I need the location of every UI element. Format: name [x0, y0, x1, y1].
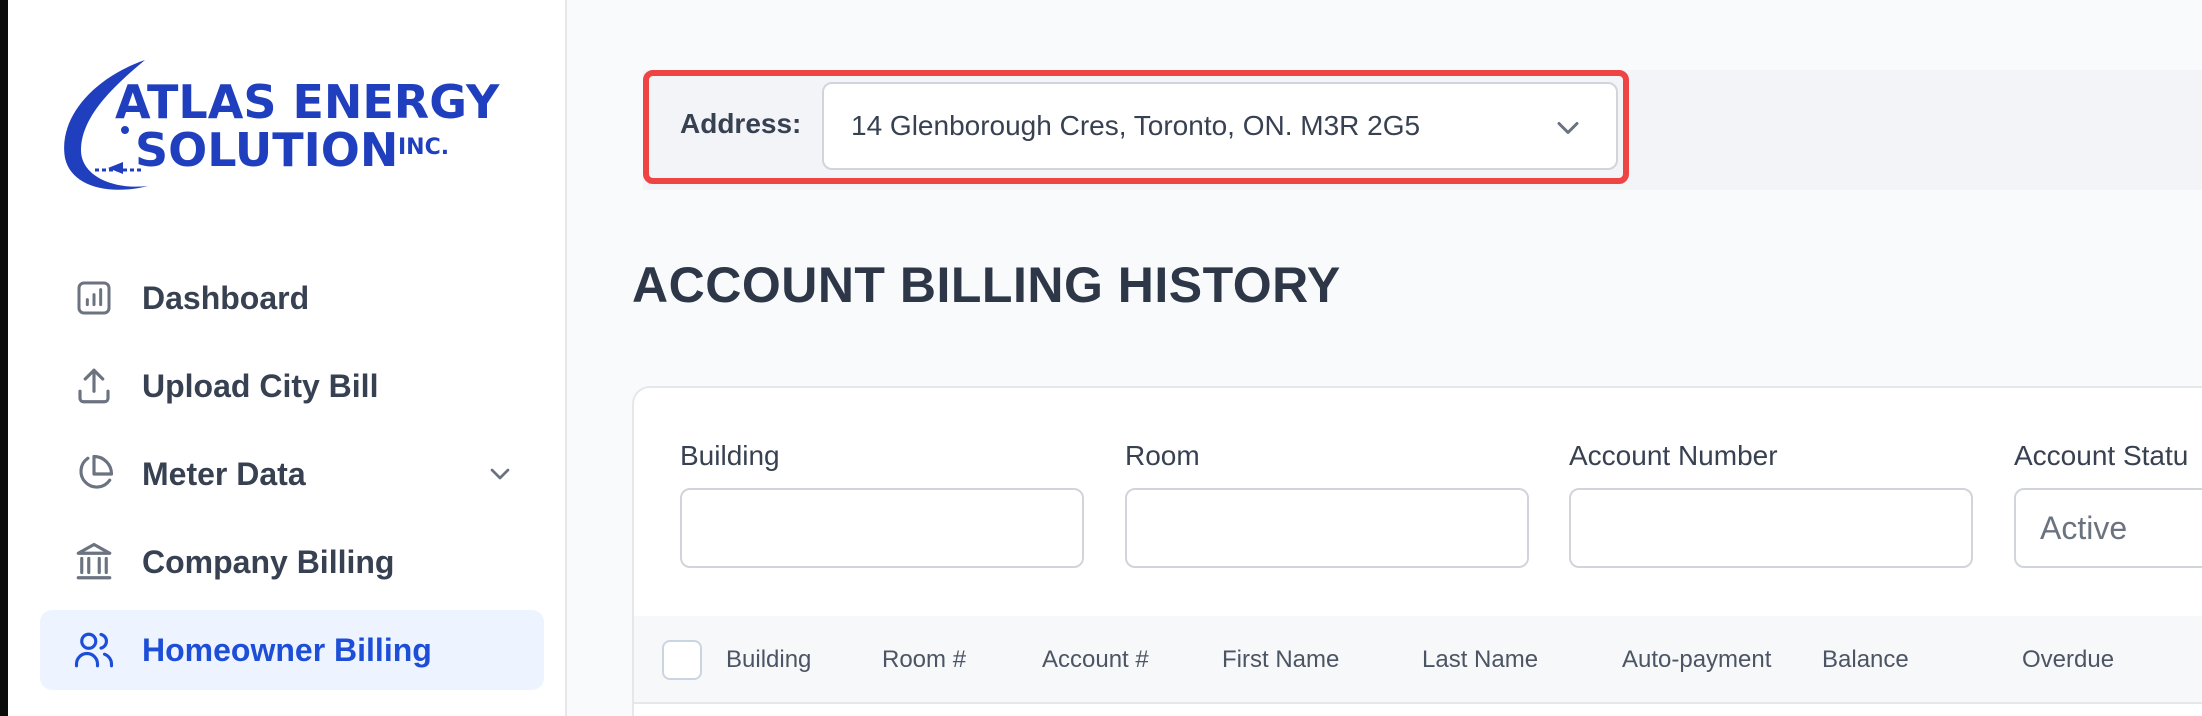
bank-icon: [72, 540, 116, 584]
chevron-down-icon[interactable]: [484, 458, 516, 490]
logo-text-line1: ATLAS ENERGY: [115, 75, 500, 129]
sidebar-item-label: Homeowner Billing: [142, 631, 432, 668]
company-logo[interactable]: ATLAS ENERGY SOLUTION INC.: [53, 58, 533, 198]
filter-building-input[interactable]: [680, 488, 1084, 568]
app-window: ATLAS ENERGY SOLUTION INC. Dashboard Upl…: [0, 0, 2202, 716]
address-select-value: 14 Glenborough Cres, Toronto, ON. M3R 2G…: [851, 110, 1421, 141]
column-header-overdue[interactable]: Overdue: [2022, 646, 2114, 674]
filter-account-status-value: Active: [2040, 509, 2128, 546]
column-header-room[interactable]: Room #: [882, 646, 966, 674]
column-header-building[interactable]: Building: [726, 646, 811, 674]
filter-account-status-label: Account Statu: [2014, 440, 2189, 471]
sidebar-item-label: Upload City Bill: [142, 367, 379, 404]
table-header: [634, 616, 2202, 704]
filter-account-status-select[interactable]: Active: [2014, 488, 2202, 568]
sidebar-item-label: Company Billing: [142, 543, 395, 580]
logo-text-line2: SOLUTION: [135, 123, 398, 177]
address-label: Address:: [680, 108, 802, 139]
column-header-first-name[interactable]: First Name: [1222, 646, 1339, 674]
sidebar-item-homeowner-billing[interactable]: Homeowner Billing: [40, 610, 544, 690]
sidebar-item-label: Dashboard: [142, 279, 310, 316]
chevron-down-icon: [1550, 110, 1586, 146]
column-header-balance[interactable]: Balance: [1822, 646, 1909, 674]
window-edge: [0, 0, 8, 716]
sidebar-item-upload-city-bill[interactable]: Upload City Bill: [40, 346, 544, 426]
upload-icon: [72, 364, 116, 408]
bar-chart-icon: [72, 276, 116, 320]
logo-text-suffix: INC.: [398, 135, 449, 160]
users-icon: [72, 628, 116, 672]
sidebar-item-label: Meter Data: [142, 455, 306, 492]
column-header-account[interactable]: Account #: [1042, 646, 1149, 674]
filter-account-number-input[interactable]: [1569, 488, 1973, 568]
logo-graphic: ATLAS ENERGY SOLUTION INC.: [64, 60, 500, 190]
pie-chart-icon: [72, 452, 116, 496]
sidebar: ATLAS ENERGY SOLUTION INC. Dashboard Upl…: [8, 0, 567, 716]
sidebar-nav: Dashboard Upload City Bill Meter Data Co…: [40, 258, 544, 698]
sidebar-item-company-billing[interactable]: Company Billing: [40, 522, 544, 602]
sidebar-item-meter-data[interactable]: Meter Data: [40, 434, 544, 514]
column-header-last-name[interactable]: Last Name: [1422, 646, 1538, 674]
filter-room-input[interactable]: [1125, 488, 1529, 568]
filter-room-label: Room: [1125, 440, 1200, 471]
filter-building-label: Building: [680, 440, 780, 471]
sidebar-item-dashboard[interactable]: Dashboard: [40, 258, 544, 338]
filter-account-number-label: Account Number: [1569, 440, 1778, 471]
address-select[interactable]: 14 Glenborough Cres, Toronto, ON. M3R 2G…: [822, 82, 1618, 170]
column-header-auto-payment[interactable]: Auto-payment: [1622, 646, 1771, 674]
select-all-checkbox[interactable]: [662, 640, 702, 680]
page-title: ACCOUNT BILLING HISTORY: [632, 257, 1341, 313]
